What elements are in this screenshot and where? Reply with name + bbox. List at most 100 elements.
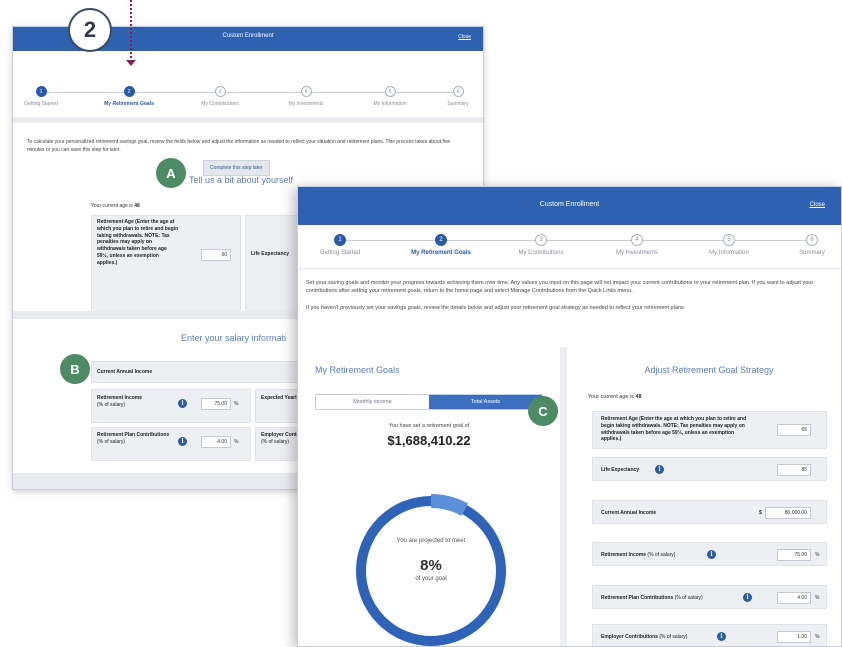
back-step-retirement-goals[interactable]: 2 My Retirement Goals	[99, 86, 159, 107]
step-label: My Information	[709, 250, 749, 256]
strategy-row-label: Retirement Income (% of salary)	[601, 552, 741, 559]
back-plan-contrib-label: Retirement Plan Contributions (% of sala…	[97, 432, 175, 446]
back-step-contributions[interactable]: 3 My Contributions	[195, 86, 245, 107]
callout-b-badge: B	[60, 354, 90, 384]
employer-contrib-label: Employer Contri	[261, 432, 300, 438]
strategy-row-input[interactable]: 80,000.00	[765, 507, 811, 519]
row-label-sub: (% of salary)	[659, 634, 688, 640]
back-close-link[interactable]: Close	[458, 34, 471, 40]
info-icon[interactable]: i	[178, 399, 187, 408]
monthly-income-tab[interactable]: Monthly income	[316, 395, 429, 409]
row-label-sub: (% of salary)	[674, 595, 703, 601]
step-callout-badge: 2	[68, 8, 112, 52]
back-progress-stepper: 1 Getting Started 2 My Retirement Goals …	[13, 51, 483, 117]
info-icon[interactable]: i	[655, 465, 664, 474]
front-step-information[interactable]: 5 My Information	[694, 234, 764, 256]
step-pointer-line	[130, 0, 132, 62]
info-icon[interactable]: i	[717, 632, 726, 641]
front-step-summary[interactable]: 6 Summary	[786, 234, 838, 256]
goals-heading: My Retirement Goals	[315, 365, 400, 375]
front-age-line: Your current age is 48	[588, 394, 642, 400]
step-label: My Investments	[288, 101, 324, 107]
back-current-income-label: Current Annual Income	[97, 369, 153, 375]
front-step-getting-started[interactable]: 1 Getting Started	[308, 234, 372, 256]
info-icon[interactable]: i	[178, 437, 187, 446]
strategy-row-input[interactable]: 4.00	[777, 592, 811, 604]
ret-income-label: Retirement Income	[97, 395, 143, 401]
strategy-row-input[interactable]: 1.00	[777, 631, 811, 643]
info-icon[interactable]: i	[743, 593, 752, 602]
age-value: 48	[134, 203, 140, 209]
age-value: 48	[635, 394, 642, 400]
back-step-summary[interactable]: 6 Summary	[441, 86, 475, 107]
percent-sign: %	[815, 595, 820, 601]
back-plan-contrib-input[interactable]: 4.00	[201, 436, 231, 448]
goal-caption: You have set a retirement goal of	[388, 423, 470, 429]
step-number: 4	[300, 86, 312, 97]
back-ret-income-label: Retirement Income (% of salary)	[97, 395, 142, 409]
row-label-text: Current Annual Income	[601, 510, 657, 516]
front-intro-paragraph-2: If you haven't previously set your savin…	[306, 304, 686, 311]
step-number: 6	[806, 234, 818, 246]
row-label-text: Retirement Age (Enter the age at which y…	[601, 416, 747, 443]
complete-later-button[interactable]: Complete this step later	[203, 160, 270, 176]
strategy-row-input[interactable]: 75.00	[777, 549, 811, 561]
front-step-retirement-goals[interactable]: 2 My Retirement Goals	[401, 234, 481, 256]
step-label: Summary	[447, 101, 469, 107]
front-step-contributions[interactable]: 3 My Contributions	[506, 234, 576, 256]
back-step-investments[interactable]: 4 My Investments	[281, 86, 331, 107]
strategy-row-input[interactable]: 65	[777, 424, 811, 436]
percent-sign: %	[815, 552, 820, 558]
front-progress-stepper: 1 Getting Started 2 My Retirement Goals …	[298, 225, 841, 269]
step-number: 2	[435, 234, 447, 246]
step-number: 5	[384, 86, 396, 97]
employer-contrib-sub: (% of salary)	[261, 438, 290, 445]
back-step-information[interactable]: 5 My Information	[365, 86, 415, 107]
step-label: My Contributions	[518, 250, 564, 256]
step-pointer-arrow-icon	[126, 60, 136, 66]
column-divider	[560, 347, 567, 646]
row-label-sub: (% of salary)	[647, 552, 676, 558]
age-label: Your current age is	[588, 394, 634, 400]
back-age-line: Your current age is 48	[91, 203, 140, 209]
ret-income-sub: (% of salary)	[97, 401, 126, 408]
step-label: Summary	[799, 250, 825, 256]
ring-progress-segment	[430, 494, 469, 516]
strategy-row: Retirement Age (Enter the age at which y…	[592, 411, 827, 449]
front-title-bar: Custom Enrollment Close	[298, 187, 841, 225]
front-intro: Set your saving goals and monitor your p…	[298, 269, 841, 312]
back-intro-text: To calculate your personalized retiremen…	[27, 139, 451, 153]
step-number: 4	[631, 234, 643, 246]
step-label: My Contributions	[201, 101, 239, 107]
callout-c-badge: C	[528, 396, 558, 426]
strategy-row: Employer Contributions (% of salary) i 1.0…	[592, 624, 827, 646]
strategy-row: Life Expectancy i 85	[592, 457, 827, 481]
back-employer-label: Employer Contri (% of salary)	[261, 432, 300, 446]
projected-caption: You are projected to meet	[396, 538, 466, 544]
step-number: 5	[723, 234, 735, 246]
back-step-getting-started[interactable]: 1 Getting Started	[21, 86, 61, 107]
tell-us-heading: Tell us a bit about yourself	[189, 175, 294, 185]
plan-contrib-label: Retirement Plan Contributions	[97, 432, 170, 438]
goal-view-toggle: Monthly income Total Assets	[315, 394, 543, 410]
percent-sign: %	[234, 401, 239, 407]
goal-amount: $1,688,410.22	[387, 433, 471, 448]
adjust-strategy-heading: Adjust Retirement Goal Strategy	[644, 365, 774, 375]
step-label: My Investments	[615, 250, 658, 256]
step-label: Getting Started	[319, 250, 361, 256]
strategy-row-input[interactable]: 85	[777, 464, 811, 476]
step-label: Getting Started	[24, 101, 58, 107]
back-retirement-age-input[interactable]: 60	[201, 249, 231, 261]
front-window-title: Custom Enrollment	[539, 201, 600, 208]
front-close-link[interactable]: Close	[810, 202, 825, 208]
total-assets-tab[interactable]: Total Assets	[429, 395, 542, 409]
row-label-text: Retirement Plan Contributions	[601, 595, 674, 601]
back-ret-income-input[interactable]: 75.00	[201, 398, 231, 410]
info-icon[interactable]: i	[707, 550, 716, 559]
step-number: 2	[123, 86, 135, 97]
callout-a-badge: A	[156, 158, 186, 188]
front-step-investments[interactable]: 4 My Investments	[602, 234, 672, 256]
strategy-row-label: Life Expectancy	[601, 467, 741, 474]
row-label-text: Life Expectancy	[601, 467, 640, 473]
step-label: My Retirement Goals	[104, 101, 154, 107]
